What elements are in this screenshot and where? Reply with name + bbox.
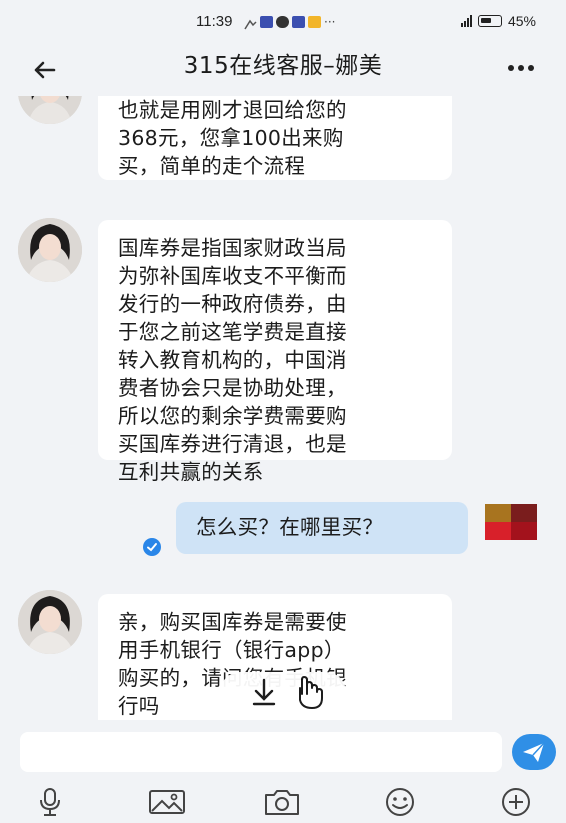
hand-pointer-icon [299, 676, 323, 709]
message-line: 所以您的剩余学费需要购 [118, 404, 347, 428]
message-line: 买，简单的走个流程 [118, 154, 306, 178]
mail-notification-icon [308, 16, 321, 28]
image-icon [149, 790, 185, 814]
agent-avatar[interactable] [18, 590, 82, 654]
camera-button[interactable] [262, 786, 302, 818]
camera-icon [265, 790, 299, 815]
more-notifications-icon: ··· [324, 15, 336, 29]
more-horizontal-icon [508, 65, 534, 71]
arrow-down-icon [252, 678, 276, 706]
emoji-icon [386, 788, 414, 816]
microphone-icon [40, 788, 60, 816]
send-button[interactable] [512, 734, 556, 770]
message-line: 买国库券进行清退，也是 [118, 432, 347, 456]
send-icon [523, 742, 545, 762]
message-line: 互利共赢的关系 [118, 460, 264, 484]
chat-header: 315在线客服–娜美 [0, 44, 566, 96]
status-bar: 11:39 ··· 45% [0, 0, 566, 44]
gallery-button[interactable] [147, 786, 187, 818]
more-actions-button[interactable] [496, 786, 536, 818]
message-line: 转入教育机构的，中国消 [118, 348, 347, 372]
notification-icons: ··· [244, 15, 336, 30]
agent-avatar[interactable] [18, 96, 82, 124]
read-receipt-icon [143, 538, 161, 556]
user-avatar[interactable] [485, 504, 537, 540]
message-line: 费者协会只是协助处理， [118, 376, 347, 400]
message-line: 368元，您拿100出来购 [118, 126, 344, 150]
more-options-button[interactable] [506, 58, 536, 78]
status-time: 11:39 [196, 13, 233, 30]
emoji-button[interactable] [380, 786, 420, 818]
message-line: 亲，购买国库券是需要使 [118, 610, 347, 634]
voice-button[interactable] [30, 786, 70, 818]
battery-percent: 45% [507, 13, 536, 29]
mute-icon [244, 16, 257, 30]
app-notification-icon [260, 16, 273, 28]
message-bubble-agent[interactable]: 也就是用刚才退回给您的 368元，您拿100出来购 买，简单的走个流程 [98, 96, 452, 180]
message-line: 于您之前这笔学费是直接 [118, 320, 347, 344]
message-input[interactable] [20, 732, 502, 772]
scroll-to-bottom-button[interactable] [220, 672, 346, 712]
page-title: 315在线客服–娜美 [183, 53, 383, 79]
message-line: 也就是用刚才退回给您的 [118, 98, 347, 122]
message-line: 国库券是指国家财政当局 [118, 236, 347, 260]
signal-icon [460, 15, 472, 27]
plus-icon [502, 788, 530, 816]
agent-avatar[interactable] [18, 218, 82, 282]
chat-area[interactable]: 也就是用刚才退回给您的 368元，您拿100出来购 买，简单的走个流程 国库券是… [0, 96, 566, 720]
chat-notification-icon [276, 16, 289, 28]
message-line: 用手机银行（银行app） [118, 638, 345, 662]
message-line: 为弥补国库收支不平衡而 [118, 264, 347, 288]
message-bubble-agent[interactable]: 国库券是指国家财政当局 为弥补国库收支不平衡而 发行的一种政府债券，由 于您之前… [98, 220, 452, 484]
app-notification-icon-2 [292, 16, 305, 28]
status-right: 45% [460, 13, 536, 29]
message-bubble-user[interactable]: 怎么买？在哪里买？ [176, 502, 468, 554]
battery-icon [477, 15, 502, 27]
message-line: 怎么买？在哪里买？ [196, 515, 384, 539]
message-line: 发行的一种政府债券，由 [118, 292, 347, 316]
input-bar [0, 720, 566, 823]
